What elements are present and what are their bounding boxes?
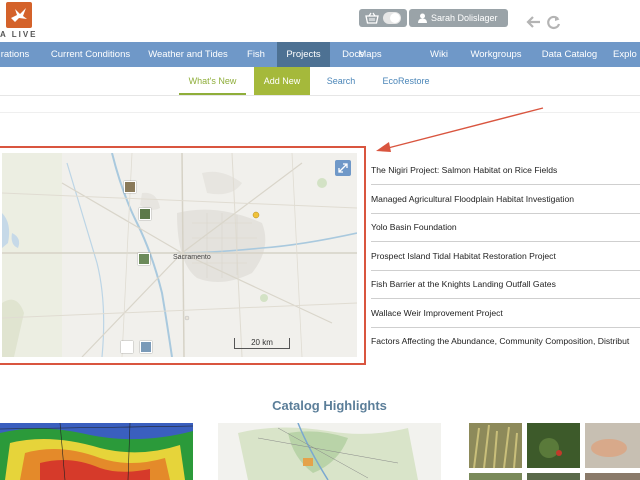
project-map[interactable]: Sacramento 20 km (2, 153, 357, 357)
cart-toggle-button[interactable] (359, 9, 407, 27)
map-photo-marker[interactable] (139, 208, 151, 220)
nav-item-data-catalog[interactable]: Data Catalog (536, 42, 603, 67)
nav-item-explore[interactable]: Explo (613, 42, 640, 67)
project-list: The Nigiri Project: Salmon Habitat on Ri… (371, 156, 640, 369)
map-label-sacramento: Sacramento (173, 254, 211, 261)
tab-search[interactable]: Search (321, 67, 361, 95)
map-photo-marker[interactable] (124, 181, 136, 193)
tab-whats-new[interactable]: What's New (179, 67, 246, 95)
map-photo-marker[interactable] (138, 253, 150, 265)
user-menu-button[interactable]: Sarah Dolislager (409, 9, 508, 27)
user-icon (418, 13, 427, 23)
project-list-item[interactable]: Wallace Weir Improvement Project (371, 299, 640, 328)
expand-icon (338, 163, 348, 173)
project-list-item[interactable]: Prospect Island Tidal Habitat Restoratio… (371, 242, 640, 271)
project-list-item[interactable]: Managed Agricultural Floodplain Habitat … (371, 185, 640, 214)
basket-icon (365, 12, 379, 24)
nav-item-weather-and-tides[interactable]: Weather and Tides (144, 42, 232, 67)
nav-item-maps[interactable]: Maps (353, 42, 387, 67)
delta-map-image (218, 423, 441, 480)
map-photo-marker[interactable] (121, 341, 133, 353)
refresh-icon[interactable] (546, 15, 561, 30)
project-list-item[interactable]: Yolo Basin Foundation (371, 213, 640, 242)
catalog-thumb-delta-map[interactable] (218, 423, 441, 480)
header: A LIVE Sarah Dolislager (0, 0, 640, 42)
nav-item-fish[interactable]: Fish (240, 42, 272, 67)
project-list-item[interactable]: The Nigiri Project: Salmon Habitat on Ri… (371, 156, 640, 185)
toggle-switch[interactable] (383, 12, 401, 24)
nav-item-workgroups[interactable]: Workgroups (465, 42, 527, 67)
radar-map-image (0, 423, 193, 480)
sub-nav: What's New Add New Search EcoRestore (0, 67, 640, 96)
tab-add-new[interactable]: Add New (254, 67, 310, 95)
catalog-highlights-title: Catalog Highlights (272, 398, 387, 413)
tab-ecorestore[interactable]: EcoRestore (378, 67, 434, 95)
main-nav: rations Current Conditions Weather and T… (0, 42, 640, 67)
back-arrow-icon[interactable] (526, 16, 541, 28)
nav-item-current-conditions[interactable]: Current Conditions (45, 42, 136, 67)
nav-item-projects[interactable]: Projects (277, 42, 330, 67)
project-list-item[interactable]: Fish Barrier at the Knights Landing Outf… (371, 270, 640, 299)
nav-item-wiki[interactable]: Wiki (425, 42, 453, 67)
nav-item-operations[interactable]: rations (0, 42, 36, 67)
project-list-item[interactable]: Factors Affecting the Abundance, Communi… (371, 327, 640, 356)
divider (0, 112, 640, 113)
bird-logo-icon[interactable] (6, 2, 32, 28)
map-expand-button[interactable] (335, 160, 351, 176)
user-name: Sarah Dolislager (431, 13, 498, 23)
logo-text: A LIVE (0, 30, 38, 39)
photo-grid-image (469, 423, 640, 480)
map-scale-bar: 20 km (234, 338, 290, 349)
catalog-thumb-radar[interactable] (0, 423, 193, 480)
map-frame: Sacramento 20 km (0, 146, 366, 365)
catalog-thumb-photos[interactable] (469, 423, 640, 480)
map-photo-marker[interactable] (140, 341, 152, 353)
